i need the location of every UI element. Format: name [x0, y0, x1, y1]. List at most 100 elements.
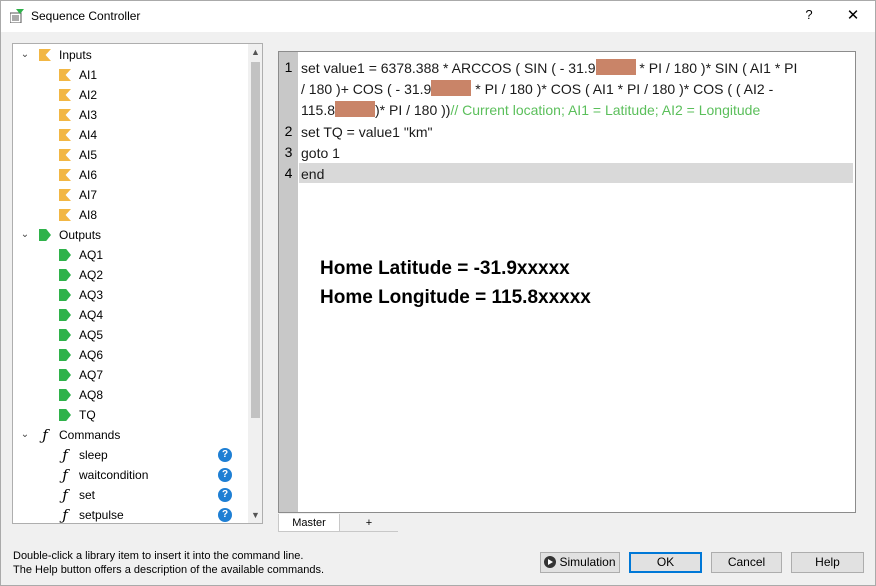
- tree-item-ai4[interactable]: AI4: [13, 125, 248, 145]
- tree-item-label: AI5: [79, 148, 98, 162]
- code-text: set value1 = 6378.388 * ARCCOS ( SIN ( -…: [301, 60, 596, 76]
- help-question-icon[interactable]: ?: [218, 508, 232, 522]
- tree-item-aq2[interactable]: AQ2: [13, 265, 248, 285]
- tree-item-label: AI3: [79, 108, 98, 122]
- input-arrow-icon: [59, 169, 71, 181]
- output-arrow-icon: [59, 269, 71, 281]
- tree-item-label: sleep: [79, 448, 108, 462]
- scroll-down-icon[interactable]: ▼: [248, 507, 262, 523]
- output-arrow-icon: [39, 229, 51, 241]
- output-arrow-icon: [59, 369, 71, 381]
- help-question-icon[interactable]: ?: [218, 448, 232, 462]
- input-arrow-icon: [59, 109, 71, 121]
- ok-button[interactable]: OK: [629, 552, 702, 573]
- tree-item-label: AI8: [79, 208, 98, 222]
- output-arrow-icon: [59, 249, 71, 261]
- tree-item-waitcondition[interactable]: ƒ waitcondition?: [13, 465, 248, 485]
- tab-master[interactable]: Master: [278, 514, 340, 532]
- simulation-label: Simulation: [559, 555, 616, 569]
- tree-item-ai5[interactable]: AI5: [13, 145, 248, 165]
- scrollbar-thumb[interactable]: [251, 62, 260, 418]
- tree-group-outputs[interactable]: ⌄ Outputs: [13, 225, 248, 245]
- tree-item-aq4[interactable]: AQ4: [13, 305, 248, 325]
- tree-item-aq8[interactable]: AQ8: [13, 385, 248, 405]
- tree-item-ai8[interactable]: AI8: [13, 205, 248, 225]
- simulation-button[interactable]: Simulation: [540, 552, 620, 573]
- tree-item-setpulse[interactable]: ƒ setpulse?: [13, 505, 248, 523]
- code-line-2[interactable]: set TQ = value1 "km": [301, 122, 853, 143]
- redaction-block: [431, 80, 472, 96]
- tree-item-aq7[interactable]: AQ7: [13, 365, 248, 385]
- line-number-gutter: 1 2 3 4: [279, 52, 298, 512]
- tree-item-label: set: [79, 488, 96, 502]
- tree-item-ai7[interactable]: AI7: [13, 185, 248, 205]
- tree-item-set[interactable]: ƒ set?: [13, 485, 248, 505]
- usage-hint: Double-click a library item to insert it…: [13, 549, 324, 577]
- tree-item-label: AQ8: [79, 388, 104, 402]
- tree-item-sleep[interactable]: ƒ sleep?: [13, 445, 248, 465]
- code-line-4[interactable]: end: [301, 164, 853, 185]
- input-arrow-icon: [59, 149, 71, 161]
- tree-item-ai1[interactable]: AI1: [13, 65, 248, 85]
- output-arrow-icon: [59, 409, 71, 421]
- close-button[interactable]: ✕: [843, 6, 863, 24]
- tree-group-label: Inputs: [59, 48, 92, 62]
- code-editor[interactable]: 1 2 3 4 set value1 = 6378.388 * ARCCOS (…: [278, 51, 856, 513]
- home-longitude-note: Home Longitude = 115.8xxxxx: [320, 287, 591, 308]
- tree-item-aq1[interactable]: AQ1: [13, 245, 248, 265]
- tree-group-commands[interactable]: ⌄ ƒ Commands: [13, 425, 248, 445]
- scroll-up-icon[interactable]: ▲: [248, 44, 262, 60]
- title-help-button[interactable]: ?: [799, 7, 819, 22]
- tree-item-ai2[interactable]: AI2: [13, 85, 248, 105]
- function-icon: ƒ: [42, 426, 48, 444]
- help-question-icon[interactable]: ?: [218, 488, 232, 502]
- tree-item-aq5[interactable]: AQ5: [13, 325, 248, 345]
- app-icon: [10, 9, 24, 23]
- home-latitude-note: Home Latitude = -31.9xxxxx: [320, 258, 570, 279]
- tree-item-label: AQ2: [79, 268, 104, 282]
- cancel-button[interactable]: Cancel: [711, 552, 782, 573]
- line-number: 2: [284, 123, 293, 139]
- redaction-block: [335, 101, 375, 117]
- tree-item-ai6[interactable]: AI6: [13, 165, 248, 185]
- tree-item-tq[interactable]: TQ: [13, 405, 248, 425]
- window-title: Sequence Controller: [31, 9, 141, 23]
- tree-item-label: AQ5: [79, 328, 104, 342]
- output-arrow-icon: [59, 309, 71, 321]
- tree-item-label: AQ6: [79, 348, 104, 362]
- output-arrow-icon: [59, 389, 71, 401]
- play-icon: [544, 556, 557, 568]
- tree-scrollbar[interactable]: ▲ ▼: [248, 44, 262, 523]
- title-bar: Sequence Controller ? ✕: [1, 1, 875, 32]
- library-tree: ⌄ Inputs AI1 AI2 AI3 AI4 AI5 AI6 AI7 AI8…: [12, 43, 263, 524]
- output-arrow-icon: [59, 329, 71, 341]
- output-arrow-icon: [59, 349, 71, 361]
- input-arrow-icon: [59, 129, 71, 141]
- code-text: 115.8: [301, 102, 335, 118]
- redaction-block: [595, 59, 636, 75]
- tree-item-label: AI4: [79, 128, 98, 142]
- chevron-down-icon[interactable]: ⌄: [19, 425, 31, 445]
- chevron-down-icon[interactable]: ⌄: [19, 225, 31, 245]
- tree-item-ai3[interactable]: AI3: [13, 105, 248, 125]
- tree-item-label: AQ1: [79, 248, 104, 262]
- chevron-down-icon[interactable]: ⌄: [19, 45, 31, 65]
- code-line-3[interactable]: goto 1: [301, 143, 853, 164]
- help-button[interactable]: Help: [791, 552, 864, 573]
- help-question-icon[interactable]: ?: [218, 468, 232, 482]
- tree-group-label: Commands: [59, 428, 121, 442]
- sequence-controller-dialog: Sequence Controller ? ✕ ⌄ Inputs AI1 AI2…: [0, 0, 876, 586]
- tree-item-label: AQ7: [79, 368, 104, 382]
- editor-tab-bar: Master +: [278, 514, 398, 532]
- code-line-1[interactable]: set value1 = 6378.388 * ARCCOS ( SIN ( -…: [301, 58, 853, 121]
- tree-item-aq3[interactable]: AQ3: [13, 285, 248, 305]
- input-arrow-icon: [39, 49, 51, 61]
- tree-item-aq6[interactable]: AQ6: [13, 345, 248, 365]
- line-number: 3: [284, 144, 293, 160]
- tree-group-inputs[interactable]: ⌄ Inputs: [13, 45, 248, 65]
- hint-line: The Help button offers a description of …: [13, 564, 325, 576]
- tree-item-label: AI1: [79, 68, 98, 82]
- add-tab-button[interactable]: +: [340, 514, 398, 532]
- tree-group-label: Outputs: [59, 228, 102, 242]
- tree-item-label: AQ4: [79, 308, 104, 322]
